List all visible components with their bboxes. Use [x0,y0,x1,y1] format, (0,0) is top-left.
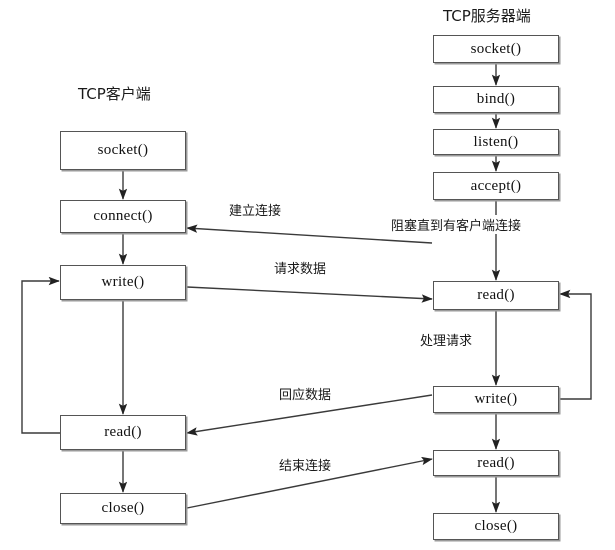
server-node-close-7: close() [433,513,559,540]
client-node-close-4: close() [60,493,186,524]
server-node-accept-3: accept() [433,172,559,200]
client-node-connect-1: connect() [60,200,186,233]
edge-label-3: 处理请求 [418,330,475,349]
server-node-read-6: read() [433,450,559,476]
client-title: TCP客户端 [78,85,151,103]
edge-client-read-loop-write [21,276,60,434]
edge-label-5: 结束连接 [277,455,334,474]
edge-label-0: 建立连接 [227,200,284,219]
client-node-socket-0: socket() [60,131,186,170]
edge-server-write-loop-read [559,289,592,400]
client-node-read-3: read() [60,415,186,450]
edge-label-2: 请求数据 [272,258,329,277]
tcp-socket-flow-diagram: TCP客户端 TCP服务器端 socket() connect() write() r… [0,0,615,550]
edge-label-1: 阻塞直到有客户端连接 [389,215,524,234]
server-node-read-4: read() [433,281,559,310]
server-node-write-5: write() [433,386,559,413]
edge-clientwrite-to-serverread [186,286,433,303]
server-node-bind-1: bind() [433,86,559,113]
server-node-socket-0: socket() [433,35,559,63]
edge-label-4: 回应数据 [277,384,334,403]
server-title: TCP服务器端 [443,7,531,25]
server-node-listen-2: listen() [433,129,559,155]
client-node-write-2: write() [60,265,186,300]
